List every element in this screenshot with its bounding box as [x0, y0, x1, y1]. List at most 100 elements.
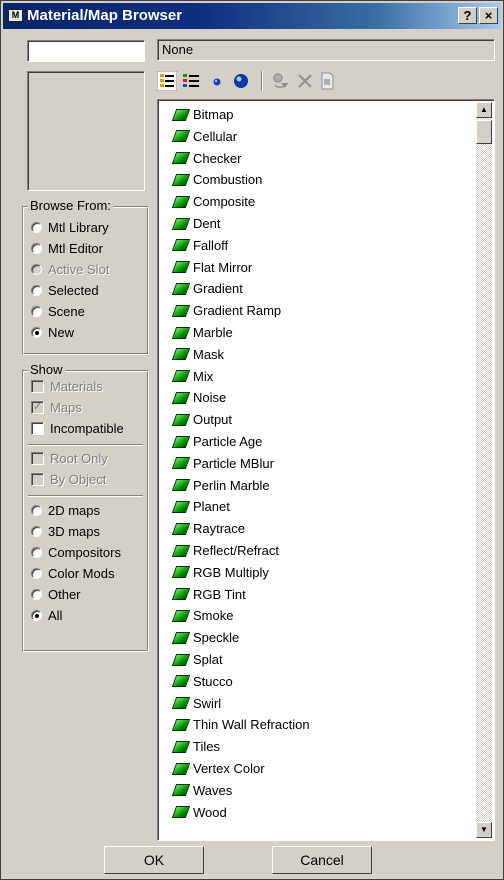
map-type-option[interactable]: Color Mods — [31, 564, 114, 584]
list-item[interactable]: Particle Age — [171, 431, 262, 452]
radio-button[interactable] — [31, 306, 42, 318]
map-type-option[interactable]: 2D maps — [31, 501, 100, 521]
list-item-label: Stucco — [193, 673, 233, 689]
list-item[interactable]: Mask — [171, 344, 224, 365]
show-checkbox[interactable]: Incompatible — [31, 419, 124, 439]
map-type-icon — [171, 435, 191, 448]
map-list[interactable]: Bitmap Cellular Checker Combustion Composite… — [158, 100, 464, 838]
browse-from-option[interactable]: Selected — [31, 281, 99, 301]
scroll-down-button[interactable]: ▼ — [476, 822, 492, 838]
radio-button[interactable] — [31, 547, 42, 559]
radio-label: Other — [48, 587, 81, 602]
map-type-icon — [171, 217, 191, 230]
radio-button[interactable] — [31, 568, 42, 580]
list-item[interactable]: Wood — [171, 802, 227, 823]
map-type-option[interactable]: Compositors — [31, 543, 121, 563]
radio-button[interactable] — [31, 285, 42, 297]
list-item-label: Tiles — [193, 739, 220, 755]
list-item[interactable]: Noise — [171, 387, 227, 408]
list-item[interactable]: Checker — [171, 148, 242, 169]
update-scene-materials-icon[interactable] — [271, 71, 291, 91]
list-item[interactable]: Perlin Marble — [171, 475, 270, 496]
map-type-option[interactable]: 3D maps — [31, 522, 100, 542]
list-item[interactable]: Cellular — [171, 126, 238, 147]
list-item[interactable]: Reflect/Refract — [171, 540, 279, 561]
radio-button[interactable] — [31, 610, 42, 622]
browse-from-option[interactable]: Scene — [31, 302, 85, 322]
list-item[interactable]: Falloff — [171, 235, 228, 256]
view-list-icon[interactable] — [157, 71, 177, 91]
list-item-label: Output — [193, 412, 233, 428]
vertical-scrollbar[interactable]: ▲ ▼ — [476, 102, 492, 838]
list-item-label: Checker — [193, 150, 242, 166]
radio-button[interactable] — [31, 243, 42, 255]
browse-from-option[interactable]: Mtl Library — [31, 218, 109, 238]
title-bar[interactable]: M Material/Map Browser ? × — [3, 3, 501, 29]
help-button[interactable]: ? — [458, 7, 477, 24]
map-type-icon — [171, 108, 191, 121]
list-item[interactable]: RGB Tint — [171, 584, 246, 605]
list-item[interactable]: Thin Wall Refraction — [171, 714, 310, 735]
radio-button[interactable] — [31, 589, 42, 601]
list-item[interactable]: Swirl — [171, 693, 221, 714]
scroll-thumb[interactable] — [476, 120, 492, 144]
list-item[interactable]: Waves — [171, 780, 232, 801]
list-item-label: RGB Tint — [193, 586, 246, 602]
radio-label: 2D maps — [48, 503, 101, 518]
show-legend: Show — [28, 362, 65, 377]
checkbox[interactable] — [31, 422, 44, 436]
list-item[interactable]: Splat — [171, 649, 223, 670]
map-list-box[interactable]: Bitmap Cellular Checker Combustion Composite… — [157, 99, 495, 841]
radio-button[interactable] — [31, 526, 42, 538]
small-icons-icon[interactable] — [207, 71, 227, 91]
delete-icon[interactable] — [295, 71, 315, 91]
map-type-option[interactable]: All — [31, 606, 62, 626]
map-type-icon — [171, 762, 191, 775]
list-item[interactable]: Bitmap — [171, 104, 233, 125]
browse-from-option[interactable]: Mtl Editor — [31, 239, 103, 259]
list-item[interactable]: Smoke — [171, 605, 233, 626]
checkbox-label: Root Only — [50, 451, 108, 466]
list-item[interactable]: Dent — [171, 213, 220, 234]
map-type-icon — [171, 304, 191, 317]
cancel-button[interactable]: Cancel — [272, 846, 372, 874]
show-group: Show Materials ✓ Maps Incompatible Root Onl… — [22, 362, 149, 652]
radio-button[interactable] — [31, 327, 42, 339]
list-item[interactable]: Composite — [171, 191, 256, 212]
map-type-icon — [171, 173, 191, 186]
radio-label: Scene — [48, 304, 85, 319]
list-item[interactable]: Mix — [171, 366, 213, 387]
list-item[interactable]: Combustion — [171, 169, 262, 190]
name-input[interactable] — [27, 40, 145, 62]
browse-from-option[interactable]: New — [31, 323, 74, 343]
radio-button[interactable] — [31, 505, 42, 517]
list-item[interactable]: Particle MBlur — [171, 453, 274, 474]
checkbox — [31, 380, 44, 394]
scroll-up-button[interactable]: ▲ — [476, 102, 492, 118]
browse-from-group: Browse From: Mtl Library Mtl Editor Active… — [22, 198, 149, 355]
large-icons-icon[interactable] — [231, 71, 251, 91]
list-item-label: Noise — [193, 390, 227, 406]
list-item[interactable]: Planet — [171, 496, 230, 517]
list-item[interactable]: Raytrace — [171, 518, 245, 539]
list-item[interactable]: Stucco — [171, 671, 233, 692]
clear-library-icon[interactable] — [317, 71, 337, 91]
list-item-label: Cellular — [193, 128, 238, 144]
list-item[interactable]: Tiles — [171, 736, 220, 757]
list-item-label: Composite — [193, 194, 256, 210]
list-item[interactable]: RGB Multiply — [171, 562, 269, 583]
list-item[interactable]: Marble — [171, 322, 233, 343]
ok-button[interactable]: OK — [104, 846, 204, 874]
radio-button[interactable] — [31, 222, 42, 234]
list-item[interactable]: Flat Mirror — [171, 257, 252, 278]
list-item[interactable]: Vertex Color — [171, 758, 265, 779]
map-type-icon — [171, 609, 191, 622]
map-type-option[interactable]: Other — [31, 585, 81, 605]
list-item[interactable]: Gradient — [171, 278, 243, 299]
radio-label: All — [48, 608, 63, 623]
list-item[interactable]: Output — [171, 409, 233, 430]
view-list-icons-icon[interactable] — [181, 71, 201, 91]
list-item[interactable]: Speckle — [171, 627, 239, 648]
close-button[interactable]: × — [479, 7, 498, 24]
list-item[interactable]: Gradient Ramp — [171, 300, 281, 321]
